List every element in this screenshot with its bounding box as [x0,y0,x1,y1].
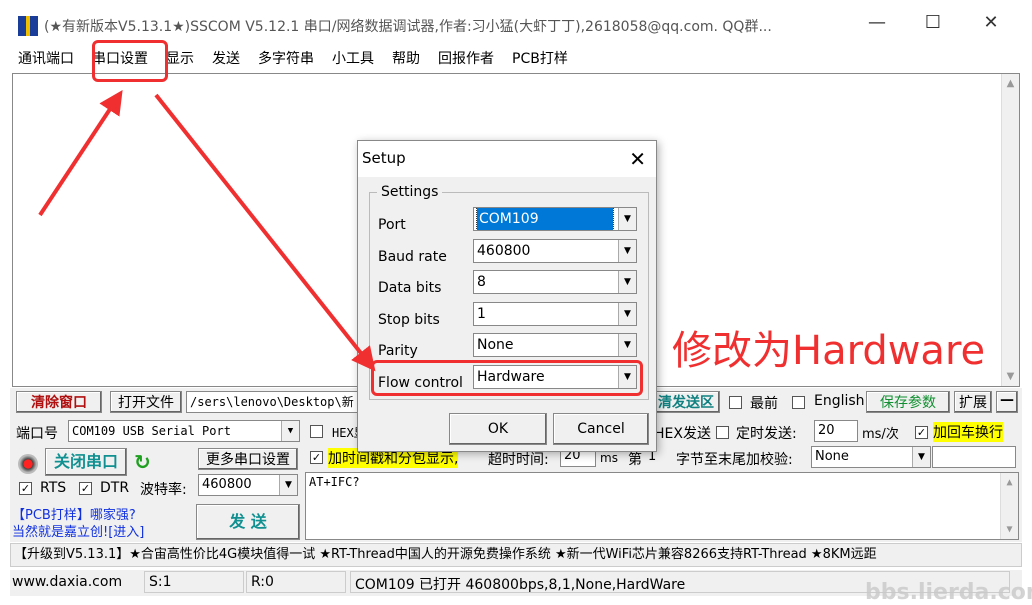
arrow-to-flow-control [154,93,376,372]
annotation-arrows [38,89,376,372]
arrow-to-menu [38,89,123,217]
